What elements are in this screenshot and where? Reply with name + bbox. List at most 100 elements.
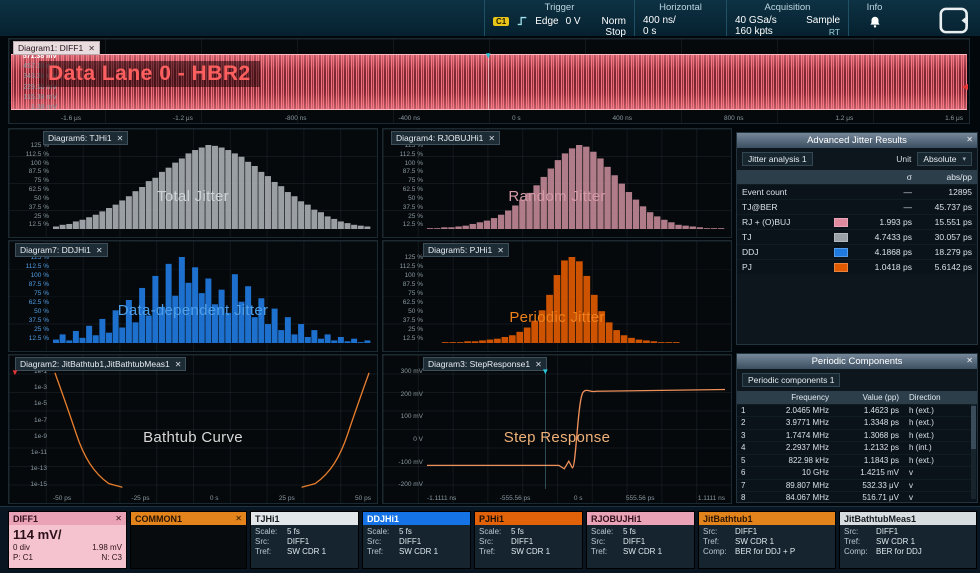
info-label: Src: — [591, 537, 606, 546]
edge-slope-icon — [517, 16, 527, 26]
diagram4-rjobujhi1[interactable]: 125 % 112.5 % 100 % 87.5 % 75 % 62.5 % 50 % 37.… — [382, 128, 732, 238]
periodic-component-row[interactable]: 3 1.7474 MHz 1.3068 ps h (ext.) — [737, 428, 977, 441]
diagram-tab-ddjhi1[interactable]: Diagram7: DDJHi1 ✕ — [15, 243, 108, 257]
axis-label: 112.5 % — [25, 150, 49, 158]
component-value: 532.33 μV — [862, 480, 899, 490]
diagram7-ddjhi1[interactable]: 125 % 112.5 % 100 % 87.5 % 75 % 62.5 % 50 % 37.… — [8, 240, 378, 352]
jitter-analysis-select[interactable]: Jitter analysis 1 — [742, 152, 813, 166]
info-value: SW CDR 1 — [623, 547, 663, 556]
axis-label: -1.1111 ns — [427, 495, 457, 502]
unit-select[interactable]: Absolute ▾ — [917, 152, 972, 166]
diagram3-step-response[interactable]: 300 mV 200 mV 100 mV 0 V -100 mV -200 mV Step… — [382, 354, 732, 504]
scrollbar[interactable] — [971, 404, 976, 499]
signal-tab-pjhi1[interactable]: PJHi1 Scale: 5 fs Src: DIFF1 Tref: SW CDR 1 — [474, 511, 583, 569]
diagram-tab-tjhi1[interactable]: Diagram6: TJHi1 ✕ — [43, 131, 129, 145]
level-marker-icon[interactable]: ◀ — [962, 82, 968, 91]
signal-tab-diff1[interactable]: DIFF1 ✕ 114 mV/0 div 1.98 mV P: C1 N: C3 — [8, 511, 127, 569]
component-frequency: 822.98 kHz — [788, 455, 829, 465]
acquisition-title: Acquisition — [764, 2, 811, 13]
signal-tab-tjhi1[interactable]: TJHi1 Scale: 5 fs Src: DIFF1 Tref: SW CDR 1 — [250, 511, 359, 569]
signal-tab-jitbathtubmeas1[interactable]: JitBathtubMeas1 Src: DIFF1 Tref: SW CDR 1 Com… — [839, 511, 977, 569]
result-sigma: 4.7433 ps — [874, 232, 912, 242]
info-label: Tref: — [844, 537, 861, 546]
result-name: Event count — [742, 187, 787, 197]
diagram-tab-bathtub[interactable]: Diagram2: JitBathtub1,JitBathtubMeas1 ✕ — [15, 357, 187, 371]
jitter-result-row[interactable]: PJ 1.0418 ps 5.6142 ps — [737, 259, 977, 274]
signal-info-row: Src: DIFF1 — [255, 537, 354, 546]
signal-tab-header[interactable]: JitBathtubMeas1 — [840, 512, 976, 525]
diagram-tab-diff1[interactable]: Diagram1: DIFF1 ✕ — [13, 41, 100, 55]
close-icon[interactable]: ✕ — [235, 514, 242, 523]
diagram6-tjhi1[interactable]: 125 % 112.5 % 100 % 87.5 % 75 % 62.5 % 50 % 37.… — [8, 128, 378, 238]
trigger-settings[interactable]: Trigger C1 Edge 0 V Norm Stop — [484, 0, 634, 38]
axis-label: 1e-7 — [33, 416, 47, 424]
diagram2-bathtub[interactable]: 1e-1 1e-3 1e-5 1e-7 1e-9 1e-11 1e-13 1e-15 Bath… — [8, 354, 378, 504]
component-direction: h (ext.) — [909, 418, 934, 428]
diagram1-diff1[interactable]: 571.38 mV457.38 mV343.38 mV229.38 mV115.… — [8, 38, 970, 124]
signal-tab-header[interactable]: DDJHi1 — [363, 512, 470, 525]
scrollbar-thumb[interactable] — [971, 406, 976, 449]
signal-tab-header[interactable]: TJHi1 — [251, 512, 358, 525]
periodic-component-row[interactable]: 7 89.807 MHz 532.33 μV v — [737, 478, 977, 491]
close-icon[interactable]: ✕ — [966, 135, 973, 144]
jitter-result-row[interactable]: RJ + (O)BUJ 1.993 ps 15.551 ps — [737, 214, 977, 229]
periodic-component-row[interactable]: 2 3.9771 MHz 1.3348 ps h (ext.) — [737, 416, 977, 429]
periodic-component-row[interactable]: 8 84.067 MHz 516.71 μV v — [737, 491, 977, 502]
periodic-component-row[interactable]: 1 2.0465 MHz 1.4623 ps h (ext.) — [737, 403, 977, 416]
trigger-level: 0 V — [565, 15, 581, 27]
signal-tab-jitbathtub1[interactable]: JitBathtub1 Src: DIFF1 Tref: SW CDR 1 Comp: BE… — [698, 511, 836, 569]
signal-tab-header[interactable]: JitBathtub1 — [699, 512, 835, 525]
close-icon[interactable]: ✕ — [175, 360, 182, 369]
panel-titlebar[interactable]: Advanced Jitter Results ✕ — [737, 133, 977, 148]
signal-tab-rjobujhi1[interactable]: RJOBUJHi1 Scale: 5 fs Src: DIFF1 Tref: SW CDR … — [586, 511, 695, 569]
diagram5-pjhi1[interactable]: 125 % 112.5 % 100 % 87.5 % 75 % 62.5 % 50 % 37.… — [382, 240, 732, 352]
reference-marker-icon[interactable]: ▼ — [11, 369, 19, 377]
diagram-tab-rjobujhi1[interactable]: Diagram4: RJOBUJHi1 ✕ — [391, 131, 501, 145]
panel-titlebar[interactable]: Periodic Components ✕ — [737, 354, 977, 369]
component-value: 1.2132 ps — [863, 443, 899, 453]
axis-label: -25 ps — [131, 495, 150, 502]
info-button[interactable]: Info — [848, 0, 900, 36]
info-value: DIFF1 — [287, 537, 310, 546]
periodic-component-row[interactable]: 6 10 GHz 1.4215 mV v — [737, 466, 977, 479]
close-icon[interactable]: ✕ — [88, 44, 95, 53]
close-icon[interactable]: ✕ — [966, 356, 973, 365]
signal-tab-header[interactable]: DIFF1 ✕ — [9, 512, 126, 525]
histogram-data-dependent-jitter — [53, 257, 371, 343]
signal-tabs: DIFF1 ✕ 114 mV/0 div 1.98 mV P: C1 N: C3 COMMO… — [8, 511, 977, 573]
jitter-result-row[interactable]: TJ@BER — 45.737 ps — [737, 199, 977, 214]
axis-label: 1e-9 — [33, 432, 47, 440]
diagram-tab-label: Diagram6: TJHi1 — [48, 133, 112, 143]
horizontal-settings[interactable]: Horizontal 400 ns/ 0 s — [634, 0, 726, 37]
column-frequency: Frequency — [791, 392, 829, 402]
component-value: 1.4623 ps — [863, 405, 899, 415]
trace-color-swatch — [834, 262, 848, 272]
close-icon[interactable]: ✕ — [96, 246, 103, 255]
trigger-mode: Norm — [601, 15, 626, 27]
signal-tab-header[interactable]: COMMON1 ✕ — [131, 512, 246, 525]
axis-label: 25 % — [408, 326, 423, 334]
diagram-tab-step-response[interactable]: Diagram3: StepResponse1 ✕ — [423, 357, 547, 371]
close-icon[interactable]: ✕ — [488, 134, 495, 143]
close-icon[interactable]: ✕ — [115, 514, 122, 523]
jitter-result-row[interactable]: TJ 4.7433 ps 30.057 ps — [737, 229, 977, 244]
close-icon[interactable]: ✕ — [117, 134, 124, 143]
component-frequency: 3.9771 MHz — [785, 418, 829, 428]
trigger-marker-icon[interactable]: ▼ — [484, 52, 492, 60]
periodic-component-row[interactable]: 5 822.98 kHz 1.1843 ps h (ext.) — [737, 453, 977, 466]
signal-tab-label: JitBathtub1 — [703, 513, 753, 524]
close-icon[interactable]: ✕ — [497, 246, 504, 255]
notification-bell-icon[interactable] — [868, 15, 882, 29]
diagram-tab-pjhi1[interactable]: Diagram5: PJHi1 ✕ — [423, 243, 509, 257]
trigger-marker-icon[interactable]: ▼ — [541, 368, 549, 376]
ber-axis-labels: 1e-1 1e-3 1e-5 1e-7 1e-9 1e-11 1e-13 1e-15 — [15, 368, 47, 489]
signal-tab-ddjhi1[interactable]: DDJHi1 Scale: 5 fs Src: DIFF1 Tref: SW CDR 1 — [362, 511, 471, 569]
signal-tab-header[interactable]: RJOBUJHi1 — [587, 512, 694, 525]
periodic-components-select[interactable]: Periodic components 1 — [742, 373, 841, 387]
periodic-component-row[interactable]: 4 2.2937 MHz 1.2132 ps h (int.) — [737, 441, 977, 454]
signal-tab-header[interactable]: PJHi1 — [475, 512, 582, 525]
jitter-result-row[interactable]: DDJ 4.1868 ps 18.279 ps — [737, 244, 977, 259]
signal-tab-common1[interactable]: COMMON1 ✕ — [130, 511, 247, 569]
acquisition-settings[interactable]: Acquisition 40 GSa/s Sample 160 kpts RT — [726, 0, 848, 37]
jitter-result-row[interactable]: Event count — 12895 — [737, 184, 977, 199]
